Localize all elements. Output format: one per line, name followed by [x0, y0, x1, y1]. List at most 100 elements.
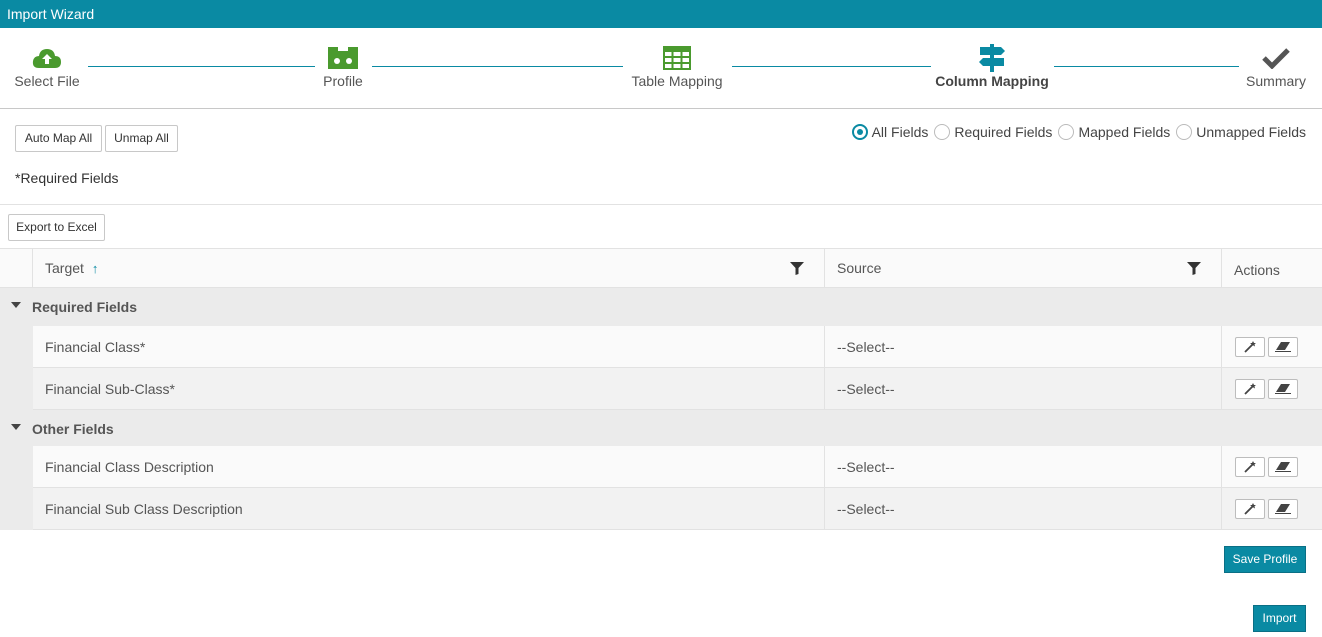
step-profile[interactable]: Profile	[303, 28, 383, 108]
import-button[interactable]: Import	[1253, 605, 1306, 632]
target-cell: Financial Class*	[45, 338, 146, 355]
step-connector	[372, 66, 623, 67]
column-divider	[1221, 446, 1222, 487]
target-cell: Financial Sub Class Description	[45, 500, 243, 517]
step-connector	[1054, 66, 1239, 67]
radio-label: All Fields	[871, 124, 929, 140]
row-gutter	[0, 488, 33, 530]
row-gutter	[0, 368, 33, 410]
window-title-bar: Import Wizard	[0, 0, 1322, 28]
magic-wand-icon	[1244, 383, 1256, 395]
step-connector	[732, 66, 931, 67]
column-divider	[1221, 488, 1222, 529]
radio-label: Unmapped Fields	[1196, 124, 1306, 140]
collapse-caret-icon[interactable]	[11, 424, 21, 430]
column-title: Target	[45, 260, 84, 276]
radio-icon[interactable]	[934, 124, 951, 140]
unmap-all-button[interactable]: Unmap All	[105, 125, 178, 152]
filter-unmapped-fields[interactable]: Unmapped Fields	[1176, 124, 1306, 140]
step-summary[interactable]: Summary	[1238, 28, 1314, 108]
column-divider	[824, 249, 825, 287]
row-gutter	[0, 446, 33, 488]
step-table-mapping[interactable]: Table Mapping	[622, 28, 732, 108]
group-row-other[interactable]: Other Fields	[0, 410, 1322, 448]
unmap-row-button[interactable]	[1268, 499, 1298, 519]
step-column-mapping[interactable]: Column Mapping	[930, 28, 1054, 108]
required-fields-note: *Required Fields	[15, 170, 119, 186]
radio-selected-icon[interactable]	[851, 124, 868, 140]
table-icon	[661, 44, 693, 72]
table-row: Financial Class* --Select--	[0, 326, 1322, 368]
save-profile-button[interactable]: Save Profile	[1224, 546, 1306, 573]
sort-ascending-icon[interactable]: ↑	[92, 261, 99, 276]
step-label: Column Mapping	[935, 73, 1049, 89]
column-divider	[1221, 249, 1222, 287]
target-cell: Financial Class Description	[45, 458, 214, 475]
group-row-required[interactable]: Required Fields	[0, 288, 1322, 326]
signpost-icon	[976, 44, 1008, 72]
export-to-excel-button[interactable]: Export to Excel	[8, 214, 105, 241]
group-label: Required Fields	[32, 299, 138, 315]
source-select[interactable]: --Select--	[837, 446, 895, 487]
row-body: Financial Sub-Class* --Select--	[33, 368, 1322, 410]
eraser-icon	[1275, 342, 1291, 352]
profile-icon	[327, 44, 359, 72]
collapse-caret-icon[interactable]	[11, 302, 21, 308]
filter-icon[interactable]	[1187, 249, 1201, 287]
magic-wand-icon	[1244, 461, 1256, 473]
column-divider	[824, 446, 825, 487]
magic-wand-icon	[1244, 341, 1256, 353]
row-gutter	[0, 326, 33, 368]
filter-required-fields[interactable]: Required Fields	[934, 124, 1052, 140]
step-label: Table Mapping	[631, 73, 723, 89]
row-body: Financial Class* --Select--	[33, 326, 1322, 368]
source-select[interactable]: --Select--	[837, 326, 895, 367]
row-body: Financial Sub Class Description --Select…	[33, 488, 1322, 530]
table-row: Financial Sub-Class* --Select--	[0, 368, 1322, 410]
step-label: Select File	[14, 73, 80, 89]
column-title: Source	[837, 260, 882, 276]
auto-map-row-button[interactable]	[1235, 457, 1265, 477]
filter-icon[interactable]	[790, 249, 804, 287]
column-mapping-grid: Export to Excel Target ↑ Source Actions …	[0, 204, 1322, 530]
filter-all-fields[interactable]: All Fields	[851, 124, 929, 140]
step-label: Summary	[1246, 73, 1306, 89]
cloud-upload-icon	[31, 44, 63, 72]
column-divider	[824, 488, 825, 529]
eraser-icon	[1275, 504, 1291, 514]
radio-label: Required Fields	[954, 124, 1053, 140]
field-filter-group: All Fields Required Fields Mapped Fields…	[846, 124, 1306, 140]
column-header-actions: Actions	[1234, 251, 1280, 289]
grid-toolbar: Export to Excel	[0, 205, 1322, 249]
column-divider	[824, 368, 825, 409]
eraser-icon	[1275, 462, 1291, 472]
auto-map-row-button[interactable]	[1235, 379, 1265, 399]
radio-label: Mapped Fields	[1078, 124, 1171, 140]
radio-icon[interactable]	[1058, 124, 1075, 140]
target-cell: Financial Sub-Class*	[45, 380, 175, 397]
row-body: Financial Class Description --Select--	[33, 446, 1322, 488]
column-divider	[1221, 326, 1222, 367]
source-select[interactable]: --Select--	[837, 488, 895, 529]
radio-icon[interactable]	[1176, 124, 1193, 140]
column-title: Actions	[1234, 262, 1280, 278]
checkmark-icon	[1260, 44, 1292, 72]
unmap-row-button[interactable]	[1268, 379, 1298, 399]
step-connector	[88, 66, 315, 67]
source-select[interactable]: --Select--	[837, 368, 895, 409]
step-select-file[interactable]: Select File	[0, 28, 94, 108]
column-header-source[interactable]: Source	[837, 249, 881, 287]
column-divider	[824, 326, 825, 367]
auto-map-all-button[interactable]: Auto Map All	[15, 125, 102, 152]
magic-wand-icon	[1244, 503, 1256, 515]
window-title: Import Wizard	[7, 6, 95, 22]
column-divider	[32, 249, 33, 287]
column-header-target[interactable]: Target ↑	[45, 249, 98, 287]
eraser-icon	[1275, 384, 1291, 394]
unmap-row-button[interactable]	[1268, 337, 1298, 357]
table-row: Financial Class Description --Select--	[0, 446, 1322, 488]
auto-map-row-button[interactable]	[1235, 337, 1265, 357]
unmap-row-button[interactable]	[1268, 457, 1298, 477]
auto-map-row-button[interactable]	[1235, 499, 1265, 519]
filter-mapped-fields[interactable]: Mapped Fields	[1058, 124, 1170, 140]
